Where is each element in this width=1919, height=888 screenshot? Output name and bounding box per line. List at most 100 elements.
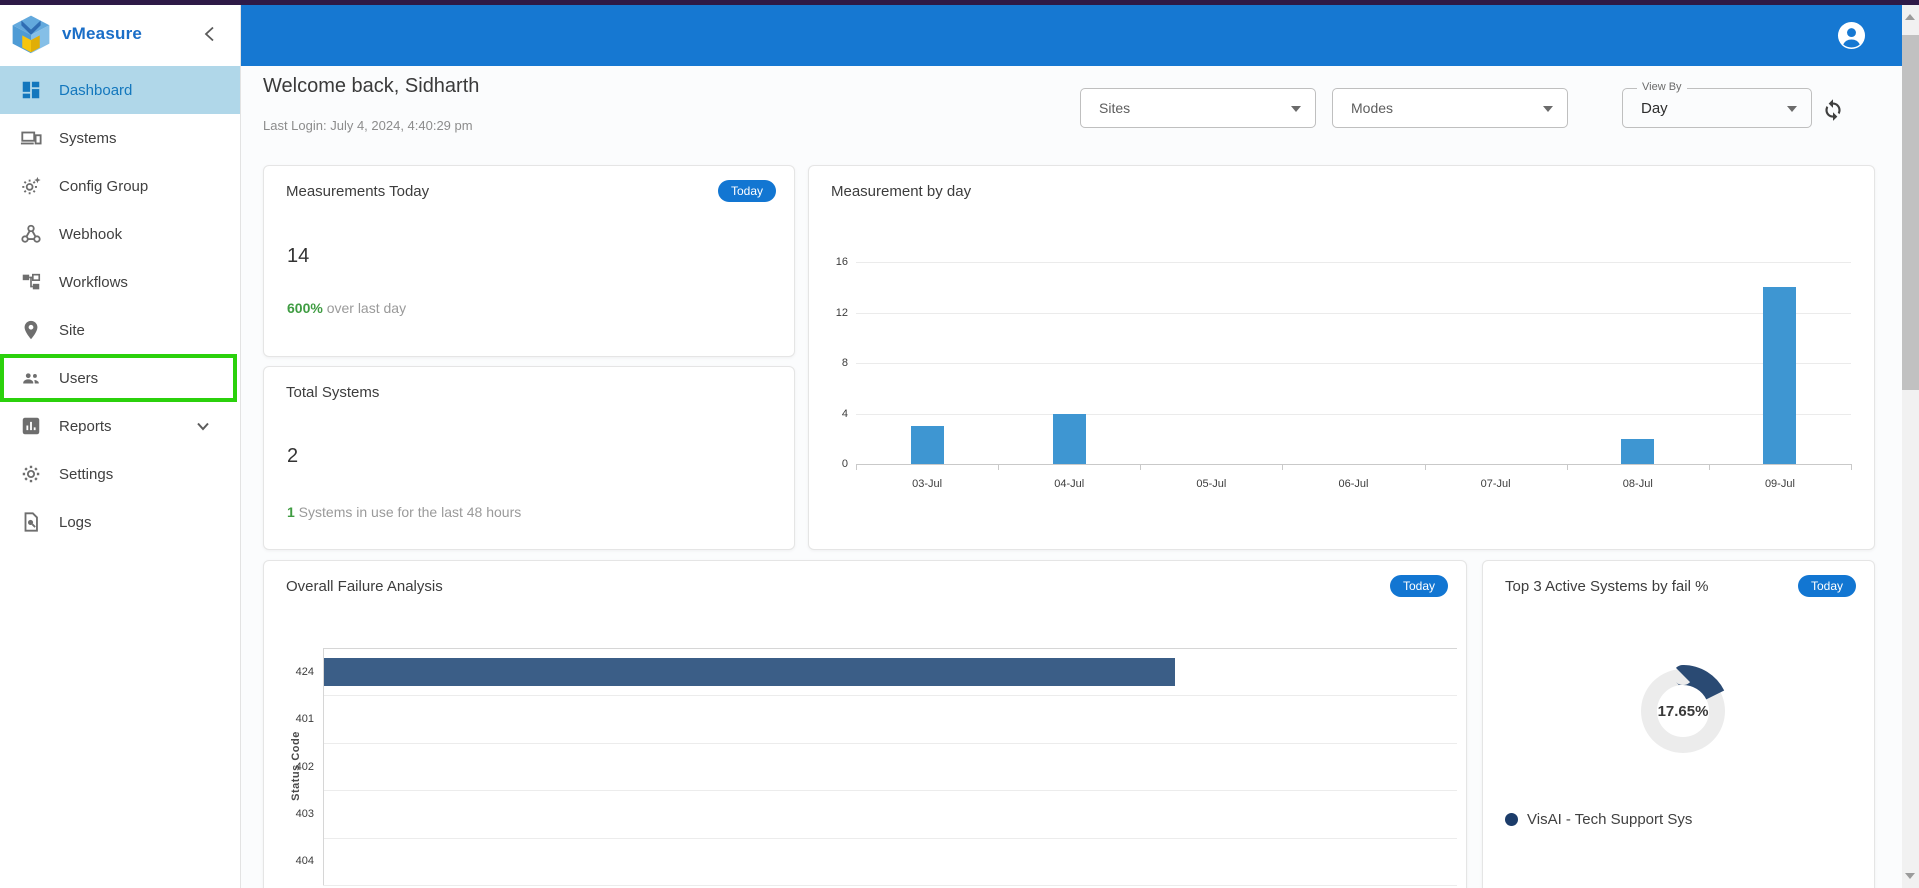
card-title: Total Systems (286, 384, 380, 401)
sites-select-label: Sites (1099, 100, 1131, 116)
vmeasure-logo-icon (12, 15, 50, 53)
refresh-icon[interactable] (1820, 96, 1846, 122)
location-pin-icon (24, 320, 38, 340)
sites-select[interactable]: Sites (1080, 88, 1316, 128)
scroll-up-icon[interactable] (1905, 14, 1915, 20)
dashboard-icon (22, 81, 40, 99)
measurement-by-day-plot: 16 12 8 4 0 03-Jul 04-Jul 05-Jul 06-Jul 07-Jul 08-… (809, 166, 1876, 551)
page-scrollbar[interactable] (1902, 5, 1919, 888)
last-login-text: Last Login: July 4, 2024, 4:40:29 pm (263, 118, 473, 133)
app-window: vMeasure Dashboard Systems Config Group … (0, 0, 1919, 888)
measurements-today-delta: 600% over last day (287, 300, 406, 316)
x-tick (998, 464, 1000, 470)
sidebar-item-settings[interactable]: Settings (0, 450, 240, 498)
bar (324, 657, 1175, 686)
people-icon (23, 373, 39, 384)
sidebar-item-users[interactable]: Users (0, 354, 240, 402)
gridline (323, 742, 1457, 744)
x-tick-label: 08-Jul (1622, 478, 1653, 490)
failure-analysis-plot: 424 401 402 403 404 (264, 561, 1468, 888)
sidebar-nav: Dashboard Systems Config Group Webhook W… (0, 66, 240, 546)
x-tick (1424, 464, 1426, 470)
top-active-systems-card: Top 3 Active Systems by fail % Today 17.… (1482, 560, 1875, 888)
gear-sparkle-icon (22, 176, 41, 195)
account-circle-icon[interactable] (1837, 21, 1866, 50)
gridline (323, 648, 1457, 649)
dropdown-caret-icon (1543, 106, 1553, 112)
total-systems-foot: 1 Systems in use for the last 48 hours (287, 504, 521, 520)
sidebar-item-workflows[interactable]: Workflows (0, 258, 240, 306)
sidebar-item-systems[interactable]: Systems (0, 114, 240, 162)
sidebar-item-label: Dashboard (59, 81, 133, 99)
sidebar-item-webhook[interactable]: Webhook (0, 210, 240, 258)
chart-title: Top 3 Active Systems by fail % (1505, 578, 1709, 595)
overall-failure-analysis-card: Overall Failure Analysis Today Status Co… (263, 560, 1467, 888)
x-tick (856, 464, 857, 470)
page-title: Welcome back, Sidharth (263, 75, 480, 97)
measurement-by-day-card: Measurement by day 16 12 8 4 0 03-Jul 04-Jul 05… (808, 165, 1875, 550)
sidebar-item-label: Config Group (59, 177, 149, 195)
x-tick-label: 03-Jul (912, 478, 943, 490)
sidebar-item-config-group[interactable]: Config Group (0, 162, 240, 210)
sidebar-item-label: Systems (59, 129, 117, 147)
bar (910, 426, 944, 464)
x-tick (1140, 464, 1142, 470)
view-by-label: View By (1637, 81, 1687, 93)
sidebar-item-site[interactable]: Site (0, 306, 240, 354)
card-title: Measurements Today (286, 183, 430, 200)
x-tick-label: 05-Jul (1196, 478, 1227, 490)
chevron-left-icon (204, 26, 214, 42)
total-systems-card: Total Systems 2 1 Systems in use for the… (263, 366, 795, 550)
sidebar-item-label: Site (59, 321, 85, 339)
x-tick (1708, 464, 1710, 470)
sidebar-collapse-button[interactable] (198, 23, 220, 45)
x-tick-label: 04-Jul (1054, 478, 1085, 490)
delta-suffix: over last day (322, 300, 407, 316)
gridline (323, 695, 1457, 697)
y-tick-label: 12 (835, 306, 848, 319)
sidebar-header: vMeasure (0, 5, 240, 62)
gridline (323, 837, 1457, 839)
gridline (323, 790, 1457, 792)
today-badge: Today (1797, 575, 1856, 597)
legend-dot-icon (1505, 813, 1518, 826)
sidebar-item-label: Settings (59, 465, 114, 483)
sidebar-item-label: Webhook (59, 225, 123, 243)
browser-top-edge (0, 0, 1919, 5)
log-search-icon (24, 512, 38, 532)
scroll-down-icon[interactable] (1905, 873, 1915, 879)
webhook-icon (21, 224, 41, 243)
measurements-today-value: 14 (287, 245, 310, 267)
donut-legend: VisAI - Tech Support Sys (1505, 811, 1692, 828)
workflow-tree-icon (22, 273, 41, 290)
systems-in-use-count: 1 (287, 504, 295, 520)
y-tick-label: 424 (295, 665, 314, 678)
y-tick-label: 16 (835, 256, 848, 268)
bar (1621, 438, 1655, 464)
sidebar-item-label: Reports (59, 417, 112, 435)
bar (1052, 413, 1086, 464)
y-tick-label: 401 (295, 713, 314, 726)
modes-select-label: Modes (1351, 100, 1394, 116)
x-tick (1566, 464, 1568, 470)
sidebar-item-label: Workflows (59, 273, 128, 291)
app-title: vMeasure (62, 23, 143, 43)
total-systems-value: 2 (287, 445, 299, 467)
devices-icon (20, 131, 42, 145)
measurements-today-card: Measurements Today Today 14 600% over la… (263, 165, 795, 357)
gridline (856, 363, 1851, 364)
x-tick-label: 06-Jul (1338, 478, 1369, 490)
view-by-select[interactable]: View By Day (1622, 81, 1812, 128)
systems-in-use-suffix: Systems in use for the last 48 hours (294, 504, 522, 520)
gridline (856, 413, 1851, 415)
sidebar-item-reports[interactable]: Reports (0, 402, 240, 450)
modes-select[interactable]: Modes (1332, 88, 1568, 128)
fail-percent-donut-chart: 17.65% (1613, 641, 1753, 781)
y-tick-label: 4 (841, 407, 848, 420)
y-tick-label: 402 (295, 760, 314, 773)
sidebar-item-logs[interactable]: Logs (0, 498, 240, 546)
scrollbar-thumb[interactable] (1902, 35, 1919, 390)
sidebar-item-dashboard[interactable]: Dashboard (0, 66, 240, 114)
delta-percent: 600% (287, 300, 323, 316)
x-tick-label: 09-Jul (1764, 478, 1795, 490)
